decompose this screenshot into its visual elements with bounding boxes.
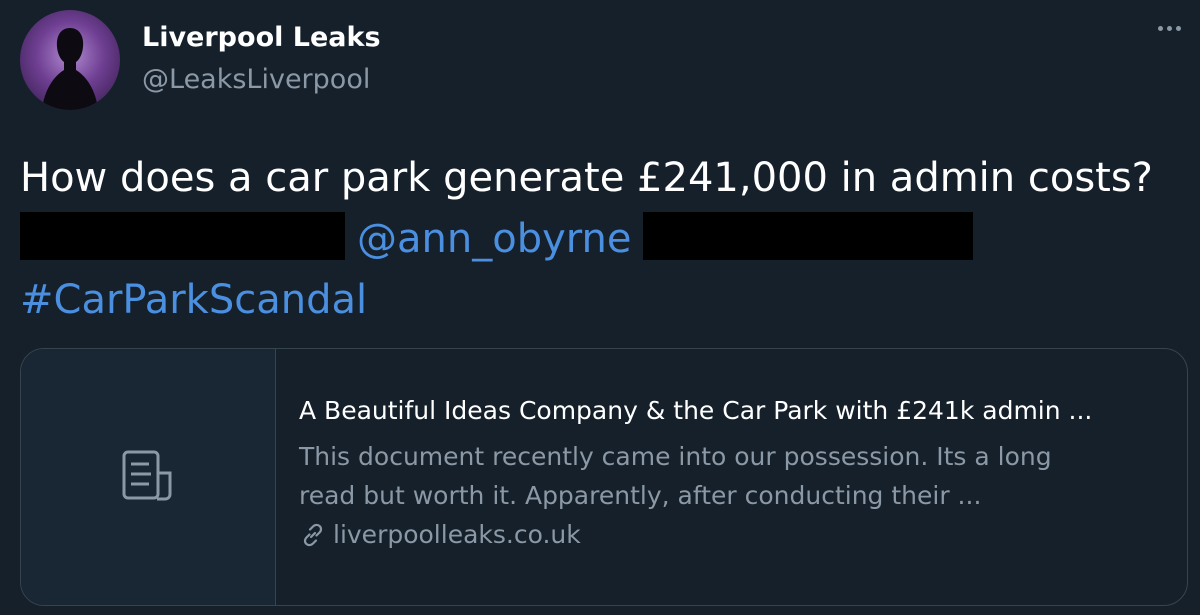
tweet-text-line: How does a car park generate £241,000 in…	[20, 155, 1153, 201]
redaction-box	[20, 212, 345, 260]
tweet-text-line: @ann_obyrne	[20, 209, 1190, 270]
link-icon	[299, 521, 327, 549]
hashtag-link[interactable]: #CarParkScandal	[20, 270, 1190, 331]
tweet-text: How does a car park generate £241,000 in…	[20, 148, 1190, 331]
card-domain-text: liverpoolleaks.co.uk	[333, 520, 581, 549]
card-thumbnail	[21, 349, 276, 605]
more-horizontal-icon	[1157, 25, 1163, 31]
card-body: A Beautiful Ideas Company & the Car Park…	[299, 395, 1169, 553]
avatar[interactable]	[20, 10, 120, 110]
more-options-button[interactable]	[1152, 18, 1186, 38]
document-icon	[122, 450, 172, 501]
redaction-box	[643, 212, 974, 260]
card-description-line: read but worth it. Apparently, after con…	[299, 481, 982, 510]
link-preview-card[interactable]: A Beautiful Ideas Company & the Car Park…	[20, 348, 1188, 606]
mention-link[interactable]: @ann_obyrne	[357, 216, 631, 262]
silhouette-avatar-icon	[42, 28, 98, 110]
author-display-name[interactable]: Liverpool Leaks	[142, 22, 381, 53]
card-title[interactable]: A Beautiful Ideas Company & the Car Park…	[299, 395, 1169, 427]
card-description-line: This document recently came into our pos…	[299, 442, 1052, 471]
card-domain[interactable]: liverpoolleaks.co.uk	[299, 517, 1169, 553]
card-description: This document recently came into our pos…	[299, 437, 1169, 515]
author-handle[interactable]: @LeaksLiverpool	[142, 64, 370, 95]
tweet[interactable]: Liverpool Leaks @LeaksLiverpool How does…	[0, 0, 1200, 615]
